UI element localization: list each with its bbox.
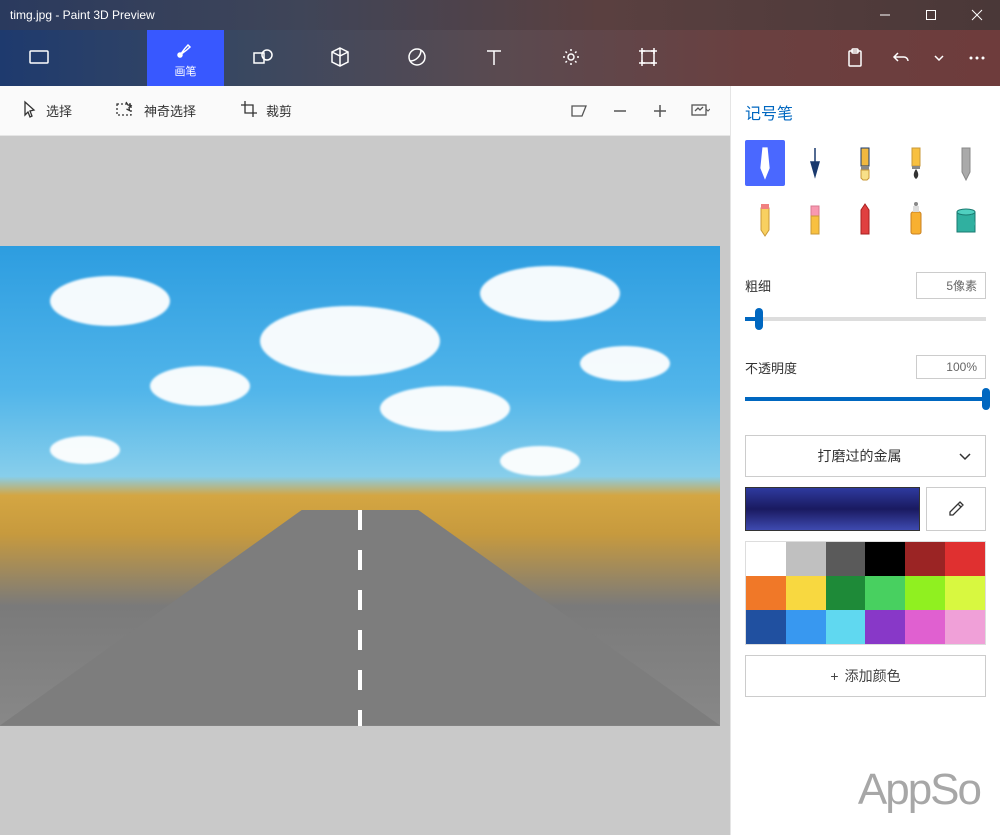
text-icon [484, 45, 504, 69]
color-swatch[interactable] [905, 576, 945, 610]
brush-icon [175, 37, 197, 61]
paste-button[interactable] [832, 30, 878, 86]
color-swatch[interactable] [826, 542, 866, 576]
color-swatch[interactable] [826, 576, 866, 610]
undo-button[interactable] [878, 30, 924, 86]
eraser-brush[interactable] [795, 196, 835, 242]
text-tab[interactable] [455, 30, 532, 86]
canvas-viewport[interactable] [0, 136, 730, 835]
color-swatch[interactable] [786, 576, 826, 610]
select-tool[interactable]: 选择 [10, 94, 84, 127]
history-dropdown[interactable] [924, 30, 954, 86]
zoom-dropdown[interactable] [680, 91, 720, 131]
color-swatch[interactable] [746, 542, 786, 576]
material-dropdown[interactable]: 打磨过的金属 [745, 435, 986, 477]
minimize-button[interactable] [862, 0, 908, 30]
current-color-swatch[interactable] [745, 487, 920, 531]
menu-button[interactable] [0, 30, 77, 86]
color-swatch[interactable] [945, 610, 985, 644]
color-swatch[interactable] [865, 542, 905, 576]
calligraphy-brush[interactable] [795, 140, 835, 186]
window-title: timg.jpg - Paint 3D Preview [10, 8, 862, 22]
pixel-pen[interactable] [946, 140, 986, 186]
opacity-label: 不透明度 [745, 358, 797, 377]
marker-brush[interactable] [745, 140, 785, 186]
add-color-button[interactable]: + 添加颜色 [745, 655, 986, 697]
magic-select-label: 神奇选择 [144, 101, 196, 120]
eyedropper-button[interactable] [926, 487, 986, 531]
canvas-icon [638, 45, 658, 69]
oil-brush[interactable] [845, 140, 885, 186]
thickness-slider[interactable] [745, 317, 986, 321]
color-swatch[interactable] [865, 576, 905, 610]
zoom-in-button[interactable] [640, 91, 680, 131]
magic-select-icon [116, 101, 136, 120]
maximize-button[interactable] [908, 0, 954, 30]
magic-select-tool[interactable]: 神奇选择 [104, 95, 208, 126]
brush-grid [745, 140, 986, 242]
brushes-tab-label: 画笔 [175, 63, 197, 79]
opacity-slider[interactable] [745, 397, 986, 401]
color-swatch[interactable] [786, 542, 826, 576]
shapes-2d-icon [252, 45, 274, 69]
color-swatch[interactable] [945, 542, 985, 576]
color-swatch[interactable] [905, 610, 945, 644]
cube-icon [329, 45, 351, 69]
more-button[interactable] [954, 30, 1000, 86]
chevron-down-icon [959, 448, 971, 464]
spray-can[interactable] [896, 196, 936, 242]
cursor-icon [22, 100, 38, 121]
view-3d-button[interactable] [560, 91, 600, 131]
brush-panel: 记号笔 粗细 5像素 不透明度 100% [730, 86, 1000, 835]
opacity-value[interactable]: 100% [916, 355, 986, 379]
pencil-brush[interactable] [745, 196, 785, 242]
watercolor-brush[interactable] [896, 140, 936, 186]
title-bar: timg.jpg - Paint 3D Preview [0, 0, 1000, 30]
effects-tab[interactable] [532, 30, 609, 86]
canvas-tab[interactable] [609, 30, 686, 86]
add-color-label: 添加颜色 [845, 666, 901, 686]
plus-icon: + [830, 668, 838, 684]
thickness-label: 粗细 [745, 276, 771, 295]
selection-toolbar: 选择 神奇选择 裁剪 [0, 86, 730, 136]
color-swatch[interactable] [746, 610, 786, 644]
color-swatch[interactable] [786, 610, 826, 644]
effects-icon [560, 45, 582, 69]
panel-title: 记号笔 [745, 100, 986, 124]
close-button[interactable] [954, 0, 1000, 30]
crop-icon [240, 100, 258, 121]
color-swatch[interactable] [945, 576, 985, 610]
crayon-brush[interactable] [845, 196, 885, 242]
zoom-out-button[interactable] [600, 91, 640, 131]
folder-icon [28, 45, 50, 69]
select-label: 选择 [46, 101, 72, 120]
2d-shapes-tab[interactable] [224, 30, 301, 86]
stickers-tab[interactable] [378, 30, 455, 86]
3d-shapes-tab[interactable] [301, 30, 378, 86]
crop-tool[interactable]: 裁剪 [228, 94, 304, 127]
main-toolbar: 画笔 [0, 30, 1000, 86]
thickness-value[interactable]: 5像素 [916, 272, 986, 299]
canvas-image[interactable] [0, 246, 720, 726]
sticker-icon [406, 45, 428, 69]
color-swatch[interactable] [905, 542, 945, 576]
color-palette [745, 541, 986, 645]
color-swatch[interactable] [746, 576, 786, 610]
fill-bucket[interactable] [946, 196, 986, 242]
color-swatch[interactable] [865, 610, 905, 644]
material-label: 打磨过的金属 [760, 446, 959, 466]
color-swatch[interactable] [826, 610, 866, 644]
brushes-tab[interactable]: 画笔 [147, 30, 224, 86]
crop-label: 裁剪 [266, 101, 292, 120]
